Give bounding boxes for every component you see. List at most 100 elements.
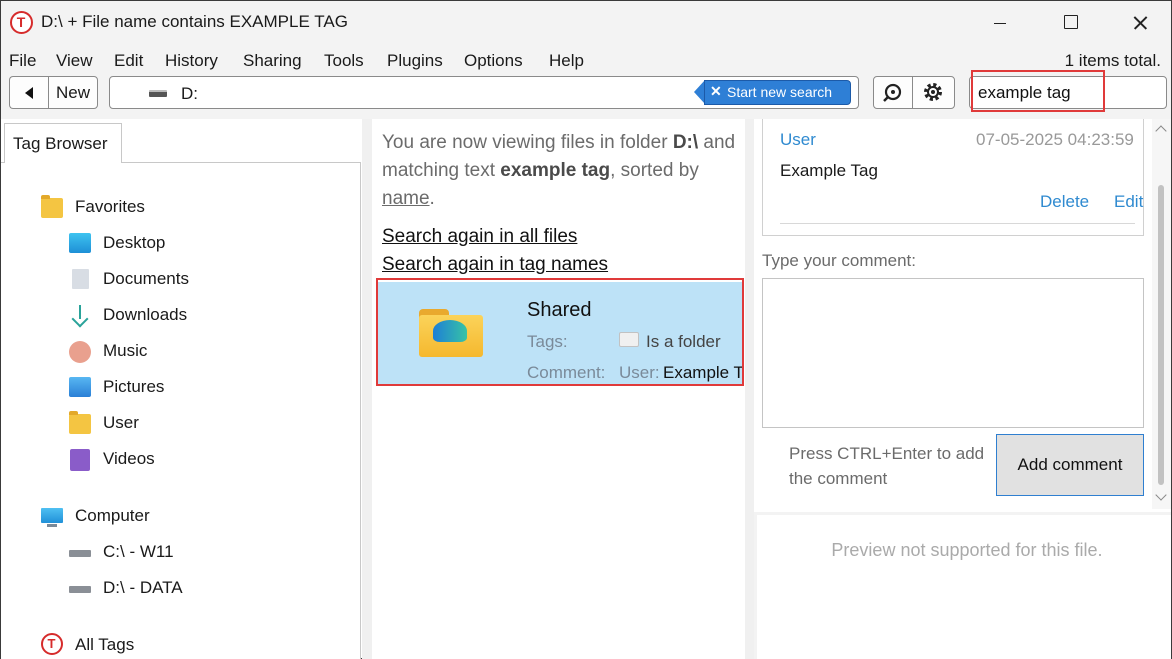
app-window: D:\ + File name contains EXAMPLE TAG Fil…: [0, 0, 1172, 659]
toolbar: New D: Start new search ✕: [1, 75, 1171, 119]
tree-item-pictures[interactable]: Pictures: [69, 377, 269, 399]
scroll-thumb[interactable]: [1158, 185, 1164, 485]
tree-item-label: Downloads: [103, 305, 188, 324]
menu-tools[interactable]: Tools: [324, 51, 364, 71]
tree-item-drive-d[interactable]: D:\ - DATA: [69, 578, 269, 600]
search-tag-names-link[interactable]: Search again in tag names: [382, 254, 608, 276]
tree-item-label: C:\ - W11: [103, 542, 174, 561]
results-panel: You are now viewing files in folder D:\ …: [372, 119, 745, 659]
tree-item-downloads[interactable]: Downloads: [69, 305, 269, 327]
edit-comment-link[interactable]: Edit: [1114, 192, 1143, 212]
drive-icon: [69, 586, 91, 593]
panel-divider[interactable]: [362, 119, 372, 659]
tree-item-label: All Tags: [75, 635, 135, 654]
menu-bar: File View Edit History Sharing Tools Plu…: [1, 45, 1171, 75]
tree-item-label: Pictures: [103, 377, 165, 396]
tree-item-label: Desktop: [103, 233, 166, 252]
comment-date: 07-05-2025 04:23:59: [976, 130, 1134, 149]
comment-divider: [780, 223, 1135, 224]
tree-item-label: Favorites: [75, 197, 145, 216]
documents-icon: [72, 269, 89, 289]
tag-browser-tree: Favorites Desktop Documents Downloads Mu…: [1, 162, 361, 659]
search-tool-button[interactable]: [873, 76, 913, 109]
tags-label: Tags:: [527, 332, 568, 351]
app-logo-icon: [10, 11, 33, 34]
query-text: example tag: [500, 160, 611, 181]
scroll-down-icon[interactable]: [1155, 489, 1167, 501]
comment-user: User:: [619, 363, 660, 382]
folder-icon: [419, 309, 483, 357]
menu-history[interactable]: History: [165, 51, 218, 71]
folder-icon: [619, 332, 639, 347]
scroll-up-icon[interactable]: [1155, 125, 1167, 137]
computer-icon: [41, 508, 63, 527]
comments-scrollbar[interactable]: [1152, 119, 1171, 509]
tree-item-label: D:\ - DATA: [103, 578, 183, 597]
desktop-icon: [69, 233, 91, 253]
start-new-search-label: Start new search: [704, 80, 851, 105]
music-icon: [69, 341, 91, 363]
menu-file[interactable]: File: [9, 51, 36, 71]
panel-divider[interactable]: [745, 119, 754, 659]
tree-item-videos[interactable]: Videos: [69, 449, 269, 471]
tree-item-label: Documents: [103, 269, 189, 288]
menu-view[interactable]: View: [56, 51, 93, 71]
left-panel: Tag Browser Favorites Desktop Documents …: [1, 119, 361, 659]
sort-link[interactable]: name: [382, 188, 430, 209]
comment-body: Example Tag: [780, 161, 878, 180]
path-text: D:: [181, 84, 198, 103]
search-all-files-link[interactable]: Search again in all files: [382, 226, 577, 248]
folder-name: D:\: [672, 132, 699, 153]
close-icon: ✕: [710, 83, 722, 99]
videos-icon: [70, 449, 90, 471]
comment-author: User: [780, 130, 816, 149]
comment-label: Comment:: [527, 363, 606, 382]
start-new-search-button[interactable]: Start new search ✕: [694, 80, 851, 105]
add-comment-button[interactable]: Add comment: [996, 434, 1144, 496]
close-window-button[interactable]: [1117, 1, 1163, 45]
menu-help[interactable]: Help: [549, 51, 584, 71]
comment-entry: User 07-05-2025 04:23:59 Example Tag Del…: [762, 119, 1144, 236]
minimize-button[interactable]: [977, 1, 1023, 45]
tree-item-music[interactable]: Music: [69, 341, 269, 363]
menu-edit[interactable]: Edit: [114, 51, 143, 71]
items-total-count: 1 items total.: [1064, 51, 1161, 70]
folder-icon: [69, 411, 91, 434]
search-info-text: You are now viewing files in folder D:\ …: [382, 132, 736, 209]
folder-icon: [41, 195, 63, 218]
tree-item-all-tags[interactable]: All Tags: [41, 633, 241, 657]
comment-text: Example Tag: [663, 363, 744, 382]
pictures-icon: [69, 377, 91, 397]
preview-message: Preview not supported for this file.: [831, 540, 1103, 560]
settings-icon: [924, 83, 942, 101]
preview-area: Preview not supported for this file.: [754, 512, 1171, 659]
settings-button[interactable]: [912, 76, 955, 109]
menu-plugins[interactable]: Plugins: [387, 51, 443, 71]
tree-item-label: User: [103, 413, 139, 432]
comment-input[interactable]: [762, 278, 1144, 428]
tree-item-user[interactable]: User: [69, 411, 269, 435]
search-input[interactable]: [969, 76, 1167, 109]
menu-options[interactable]: Options: [464, 51, 523, 71]
result-item[interactable]: Shared Tags: Is a folder Comment: User: …: [377, 282, 744, 384]
search-tool-icon: [883, 83, 902, 102]
tree-item-label: Videos: [103, 449, 155, 468]
tree-item-desktop[interactable]: Desktop: [69, 233, 269, 255]
tree-item-label: Music: [103, 341, 148, 360]
menu-sharing[interactable]: Sharing: [243, 51, 302, 71]
tab-tag-browser[interactable]: Tag Browser: [4, 123, 122, 163]
tree-item-label: Computer: [75, 506, 150, 525]
delete-comment-link[interactable]: Delete: [1040, 192, 1089, 212]
maximize-button[interactable]: [1047, 1, 1093, 45]
comments-panel: User 07-05-2025 04:23:59 Example Tag Del…: [754, 119, 1171, 659]
title-bar: D:\ + File name contains EXAMPLE TAG: [1, 1, 1171, 45]
comment-input-label: Type your comment:: [762, 251, 917, 270]
tree-item-drive-c[interactable]: C:\ - W11: [69, 542, 269, 564]
tree-item-computer[interactable]: Computer: [41, 506, 241, 528]
result-name: Shared: [527, 299, 592, 321]
back-button[interactable]: [9, 76, 49, 109]
drive-icon: [149, 90, 167, 97]
window-title: D:\ + File name contains EXAMPLE TAG: [41, 12, 348, 31]
tree-item-documents[interactable]: Documents: [69, 269, 269, 291]
new-button[interactable]: New: [48, 76, 98, 109]
